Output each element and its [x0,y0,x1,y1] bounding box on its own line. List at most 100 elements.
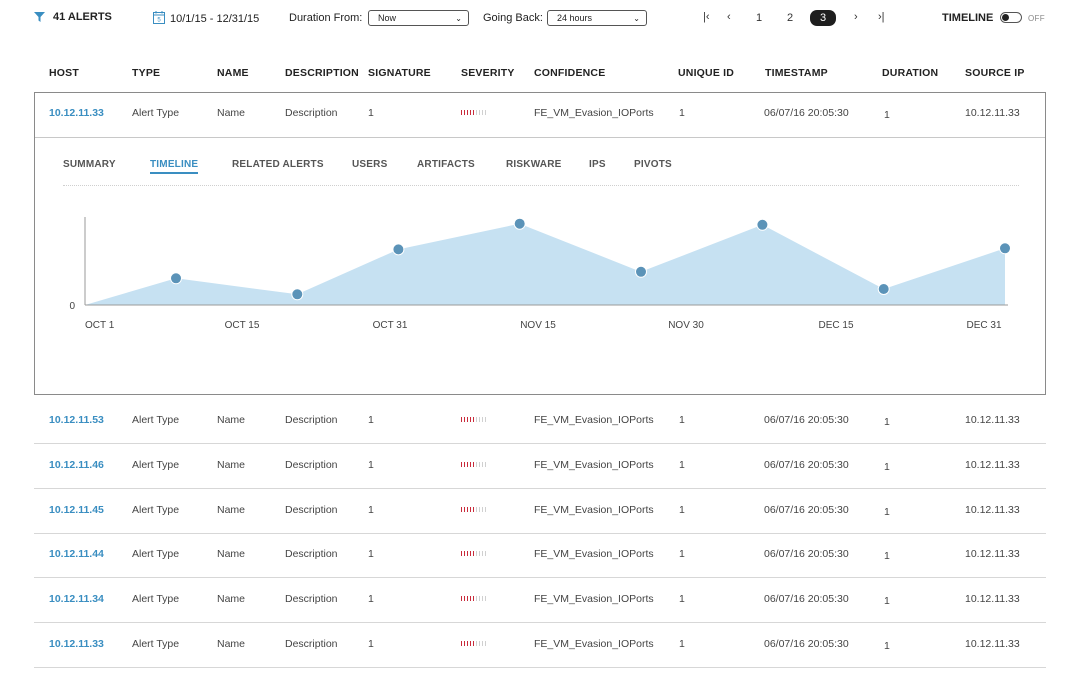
col-signature[interactable]: SIGNATURE [368,67,431,79]
table-row[interactable]: 10.12.11.46 Alert Type Name Description 1 FE_… [34,444,1046,488]
severity-bar [476,417,477,422]
table-row[interactable]: 10.12.11.53 Alert Type Name Description 1 FE_… [34,399,1046,443]
host-cell[interactable]: 10.12.11.34 [49,593,104,605]
page-2[interactable]: 2 [777,10,803,26]
severity-bar [485,462,486,467]
timestamp-cell: 06/07/16 20:05:30 [764,504,849,516]
severity-meter [461,507,486,512]
tab-riskware[interactable]: RISKWARE [506,159,562,170]
duration-cell: 1 [884,416,890,428]
data-point [999,242,1011,255]
host-cell[interactable]: 10.12.11.44 [49,548,104,560]
unique-id-cell: 1 [679,414,685,426]
severity-bar [476,551,477,556]
severity-bar [461,551,462,556]
severity-bar [467,462,468,467]
severity-meter [461,596,486,601]
unique-id-cell: 1 [679,638,685,650]
name-cell: Name [217,593,246,605]
confidence-cell: FE_VM_Evasion_IOPorts [534,459,654,471]
description-cell: Description [285,459,338,471]
col-timestamp[interactable]: TIMESTAMP [765,67,828,79]
col-duration[interactable]: DURATION [882,67,938,79]
next-page-icon[interactable]: › [854,11,858,23]
timeline-chart: 010OCT 1OCT 15OCT 31NOV 15NOV 30DEC 15DE… [69,217,1011,331]
host-cell[interactable]: 10.12.11.46 [49,459,104,471]
table-row[interactable]: 10.12.11.44 Alert Type Name Description 1 FE_… [34,533,1046,577]
severity-bar [482,462,483,467]
severity-bar [461,462,462,467]
data-point [756,218,769,231]
tab-artifacts[interactable]: ARTIFACTS [417,159,475,170]
severity-bar [485,551,486,556]
area-series [85,223,1005,305]
severity-bar [473,641,474,646]
tabs-separator [63,185,1019,186]
col-host[interactable]: HOST [49,67,79,79]
col-unique-id[interactable]: UNIQUE ID [678,67,734,79]
col-source-ip[interactable]: SOURCE IP [965,67,1025,79]
col-confidence[interactable]: CONFIDENCE [534,67,605,79]
timeline-toggle[interactable] [1000,12,1022,23]
severity-bar [485,641,486,646]
x-tick-label: OCT 1 [85,320,115,331]
duration-from-select[interactable]: Now ⌄ [368,10,469,26]
severity-bar [482,417,483,422]
last-page-icon[interactable]: ›| [878,11,885,23]
col-description[interactable]: DESCRIPTION [285,67,359,79]
severity-bar [467,596,468,601]
tab-ips[interactable]: IPS [589,159,606,170]
prev-page-icon[interactable]: ‹ [727,11,731,23]
col-name[interactable]: NAME [217,67,249,79]
severity-bar [485,596,486,601]
page-3[interactable]: 3 [810,10,836,26]
duration-from-value: Now [378,13,397,23]
host-cell[interactable]: 10.12.11.33 [49,638,104,650]
table-row[interactable]: 10.12.11.34 Alert Type Name Description 1 FE_… [34,578,1046,622]
tab-pivots[interactable]: PIVOTS [634,159,672,170]
unique-id-cell: 1 [679,504,685,516]
table-row[interactable]: 10.12.11.45 Alert Type Name Description 1 FE_… [34,489,1046,533]
duration-cell: 1 [884,640,890,652]
data-point [635,265,647,278]
going-back-select[interactable]: 24 hours ⌄ [547,10,647,26]
severity-bar [479,507,480,512]
tab-related-alerts[interactable]: RELATED ALERTS [232,159,324,170]
confidence-cell: FE_VM_Evasion_IOPorts [534,414,654,426]
type-cell: Alert Type [132,459,180,471]
severity-bar [470,417,471,422]
severity-bar [461,596,462,601]
signature-cell: 1 [368,638,374,650]
alerts-filter[interactable]: 41 ALERTS [34,11,112,23]
confidence-cell: FE_VM_Evasion_IOPorts [534,504,654,516]
toolbar: 41 ALERTS 5 10/1/15 - 12/31/15 Duration … [0,0,1080,38]
col-type[interactable]: TYPE [132,67,160,79]
description-cell: Description [285,414,338,426]
first-page-icon[interactable]: |‹ [703,11,710,23]
type-cell: Alert Type [132,638,180,650]
data-point [877,283,890,295]
duration-cell: 1 [884,595,890,607]
tab-users[interactable]: USERS [352,159,387,170]
severity-bar [473,596,474,601]
severity-bar [482,551,483,556]
row-divider [34,667,1046,668]
severity-bar [464,596,465,601]
duration-from-label: Duration From: [289,12,363,24]
severity-bar [482,596,483,601]
col-severity[interactable]: SEVERITY [461,67,515,79]
date-range-picker[interactable]: 5 10/1/15 - 12/31/15 [153,11,259,27]
date-range-text: 10/1/15 - 12/31/15 [170,13,260,25]
table-row[interactable]: 10.12.11.33 Alert Type Name Description 1 FE_… [34,623,1046,667]
unique-id-cell: 1 [679,548,685,560]
type-cell: Alert Type [132,504,180,516]
tab-summary[interactable]: SUMMARY [63,159,116,170]
page-1[interactable]: 1 [746,10,772,26]
confidence-cell: FE_VM_Evasion_IOPorts [534,548,654,560]
host-cell[interactable]: 10.12.11.53 [49,414,104,426]
severity-bar [470,551,471,556]
host-cell[interactable]: 10.12.11.45 [49,504,104,516]
tab-timeline[interactable]: TIMELINE [150,159,198,170]
severity-bar [485,417,486,422]
severity-bar [479,596,480,601]
